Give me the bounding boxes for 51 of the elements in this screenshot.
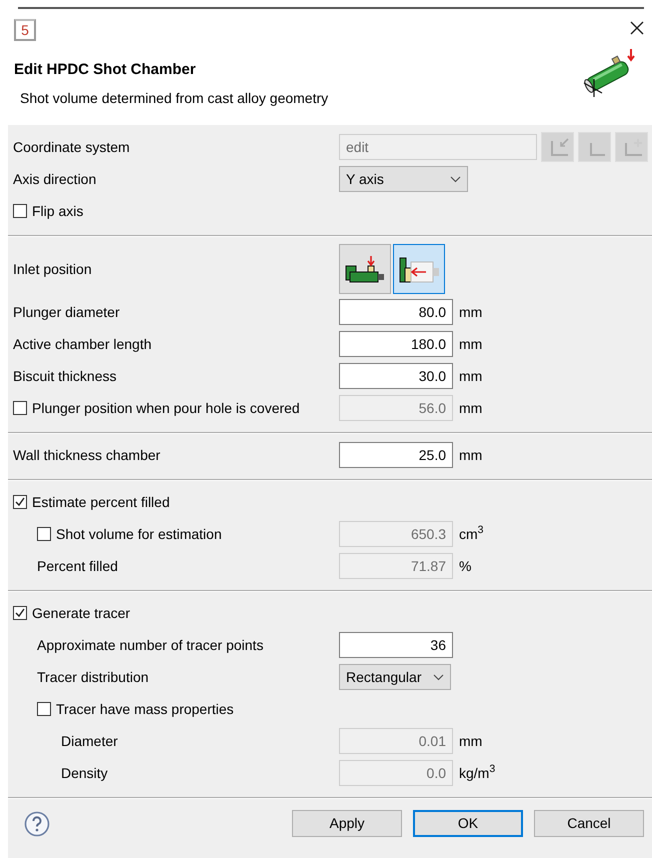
field-label: Tracer distribution bbox=[37, 668, 149, 686]
dialog-button[interactable]: OK bbox=[413, 810, 523, 837]
number-field[interactable]: 30.0 bbox=[339, 363, 453, 389]
unit-label: mm bbox=[459, 366, 482, 386]
checkbox[interactable] bbox=[13, 204, 27, 218]
dialog-subtitle: Shot volume determined from cast alloy geometry bbox=[20, 89, 328, 108]
field-label: Plunger diameter bbox=[13, 302, 120, 322]
inlet-option-button[interactable] bbox=[393, 244, 445, 294]
caret-icon bbox=[450, 176, 461, 182]
dialog-title: Edit HPDC Shot Chamber bbox=[14, 60, 196, 80]
checkbox[interactable] bbox=[37, 702, 51, 716]
field-label: Diameter bbox=[61, 732, 118, 750]
field-label: Coordinate system bbox=[13, 138, 130, 157]
inlet-option-button[interactable] bbox=[339, 244, 391, 294]
checkbox-label: Flip axis bbox=[32, 202, 84, 221]
dialog-button[interactable]: Apply bbox=[292, 810, 402, 837]
checkbox-label: Tracer have mass properties bbox=[56, 700, 234, 719]
checkbox[interactable] bbox=[13, 606, 27, 620]
checkbox-label: Plunger position when pour hole is covered bbox=[32, 398, 300, 418]
app-icon: 5 bbox=[14, 19, 36, 41]
field-label: Biscuit thickness bbox=[13, 366, 116, 386]
dropdown[interactable]: Y axis bbox=[339, 166, 468, 192]
checkbox-label: Shot volume for estimation bbox=[56, 524, 222, 544]
help-icon[interactable] bbox=[24, 810, 50, 836]
field-label: Wall thickness chamber bbox=[13, 446, 160, 464]
field-label: Percent filled bbox=[37, 556, 118, 576]
dropdown[interactable]: Rectangular bbox=[339, 664, 451, 690]
caret-icon bbox=[433, 674, 444, 680]
unit-label: kg/m$^{3}$ bbox=[459, 762, 496, 783]
field-label: Axis direction bbox=[13, 170, 96, 188]
number-field[interactable]: 25.0 bbox=[339, 442, 453, 468]
number-field[interactable]: 180.0 bbox=[339, 331, 453, 357]
unit-label: % bbox=[459, 556, 472, 576]
number-field[interactable]: 36 bbox=[339, 632, 453, 658]
checkbox-label: Estimate percent filled bbox=[32, 492, 170, 512]
unit-label: cm$^{3}$ bbox=[459, 524, 484, 544]
field-label: Active chamber length bbox=[13, 334, 152, 354]
unit-label: mm bbox=[459, 334, 482, 354]
field-label: Approximate number of tracer points bbox=[37, 636, 264, 655]
shot-chamber-icon bbox=[344, 254, 386, 284]
dialog-button[interactable]: Cancel bbox=[534, 810, 644, 837]
unit-label: mm bbox=[459, 446, 482, 464]
unit-label: mm bbox=[459, 398, 482, 418]
unit-label: mm bbox=[459, 302, 482, 322]
checkbox-label: Generate tracer bbox=[32, 604, 130, 622]
number-field[interactable]: 80.0 bbox=[339, 299, 453, 325]
close-icon[interactable] bbox=[630, 21, 644, 35]
field-label: Density bbox=[61, 764, 108, 783]
checkbox[interactable] bbox=[13, 495, 27, 509]
unit-label: mm bbox=[459, 732, 482, 750]
field-label: Inlet position bbox=[13, 260, 92, 279]
